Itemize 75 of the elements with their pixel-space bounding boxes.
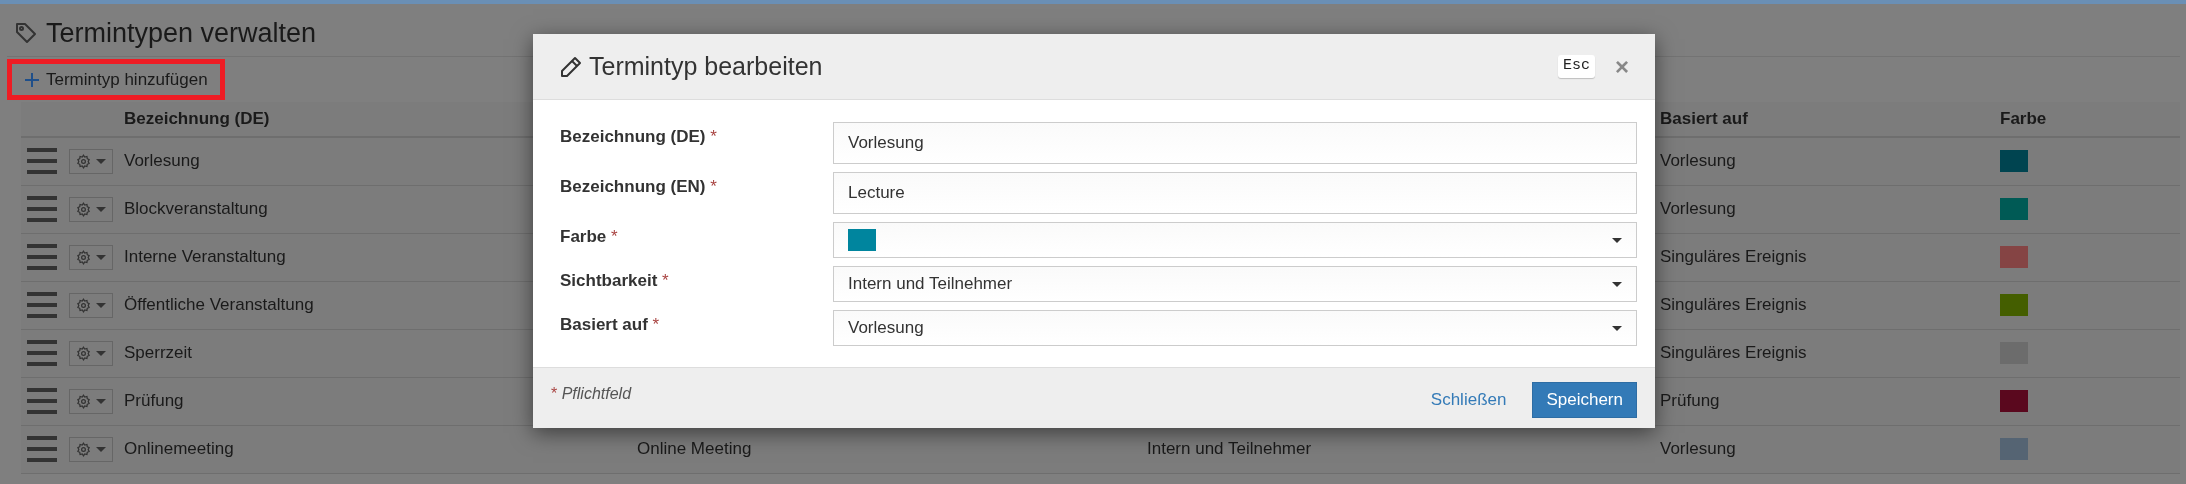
gear-icon [76,393,91,409]
row-menu-button[interactable] [69,436,113,462]
row-menu-button[interactable] [69,340,113,366]
color-select[interactable] [833,222,1637,258]
select-field[interactable]: Intern und Teilnehmer [833,266,1637,302]
gear-icon [76,201,91,217]
column-header: Basiert auf [1660,108,1749,131]
add-button[interactable]: Termintyp hinzufügen [7,59,225,100]
caret-icon [96,206,106,212]
text-field[interactable]: Vorlesung [833,122,1637,164]
caret-icon [96,398,106,404]
dialog-title: Termintyp bearbeiten [589,50,824,82]
table-cell-text: Prüfung [124,390,184,412]
drag-handle-icon[interactable] [27,436,57,462]
drag-handle-icon[interactable] [27,196,57,222]
table-cell-text: Vorlesung [1660,150,1736,172]
drag-handle-icon[interactable] [27,244,57,270]
row-menu-button[interactable] [69,388,113,414]
esc-key: Esc [1557,55,1595,78]
caret-icon [96,350,106,356]
plus-icon [24,71,40,88]
table-cell-text: Öffentliche Veranstaltung [124,294,314,316]
tag-icon [14,21,38,45]
gear-icon [76,249,91,265]
gear-icon [76,297,91,313]
row-menu-button[interactable] [69,196,113,222]
row-menu-button[interactable] [69,292,113,318]
text-field[interactable]: Lecture [833,172,1637,214]
drag-handle-icon[interactable] [27,340,57,366]
row-menu-button[interactable] [69,244,113,270]
caret-icon [96,254,106,260]
table-cell-text: Vorlesung [1660,198,1736,220]
caret-icon [1612,237,1622,243]
required-mark: * [710,177,717,196]
table-cell-text: Singuläres Ereignis [1660,246,1807,268]
required-mark: * [710,127,717,146]
table-cell-text: Vorlesung [1660,438,1736,460]
caret-icon [1612,281,1622,287]
field-label: Bezeichnung (DE) [560,127,706,146]
pencil-icon [559,54,583,79]
row-menu-button[interactable] [69,148,113,174]
required-mark: * [652,315,660,334]
table-cell-text: Sperrzeit [124,342,193,364]
drag-handle-icon[interactable] [27,292,57,318]
drag-handle-icon[interactable] [27,388,57,414]
table-cell: Online Meeting [637,439,752,458]
caret-icon [96,302,106,308]
table-cell: Intern und Teilnehmer [1147,439,1312,458]
column-header: Farbe [2000,108,2048,131]
table-cell-text: Singuläres Ereignis [1660,342,1807,364]
column-header: Bezeichnung (DE) [124,108,271,131]
select-field[interactable]: Vorlesung [833,310,1637,346]
page-title: Termintypen verwalten [46,17,317,50]
table-cell-text: Singuläres Ereignis [1660,294,1807,316]
close-link[interactable]: Schließen [1426,382,1511,418]
gear-icon [76,153,91,169]
table-cell-text: Blockveranstaltung [124,198,268,220]
caret-icon [96,446,106,452]
table-cell-text: Interne Veranstaltung [124,246,286,268]
required-mark: * [611,227,618,246]
table-cell-text: Onlinemeeting [124,438,234,460]
required-note: * Pflichtfeld [551,384,632,404]
caret-icon [1612,325,1622,331]
table-cell-text: Vorlesung [124,150,200,172]
field-label: Bezeichnung (EN) [560,177,706,196]
table-cell-text: Prüfung [1660,390,1720,412]
field-label: Basiert auf [560,315,648,334]
field-label: Farbe [560,227,607,246]
save-button[interactable]: Speichern [1532,382,1637,418]
field-label: Sichtbarkeit [560,271,658,290]
required-mark: * [662,271,669,290]
gear-icon [76,441,91,457]
drag-handle-icon[interactable] [27,148,57,174]
gear-icon [76,345,91,361]
caret-icon [96,158,106,164]
